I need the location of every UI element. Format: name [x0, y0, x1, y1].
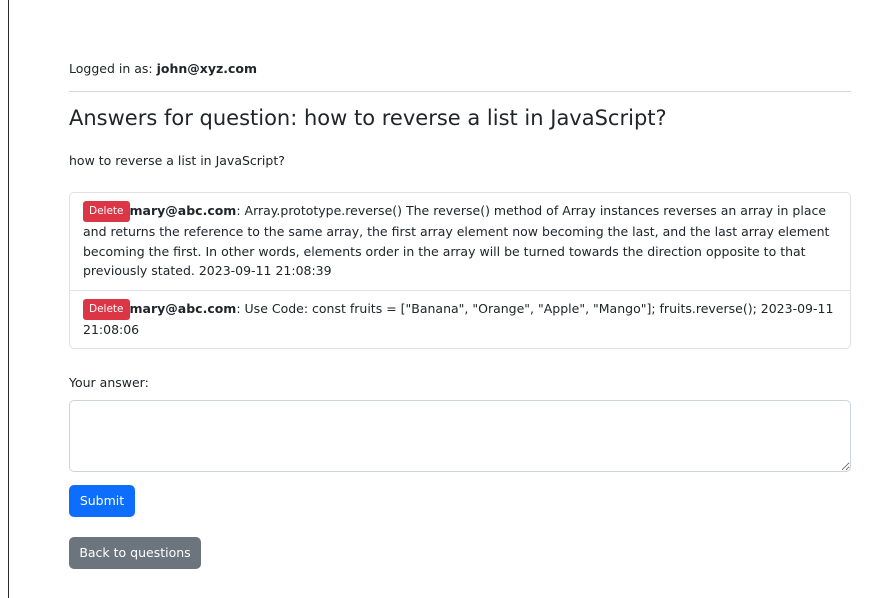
window-left-border	[8, 0, 9, 598]
question-text: how to reverse a list in JavaScript?	[69, 153, 285, 168]
your-answer-label: Your answer:	[69, 375, 149, 390]
divider	[69, 91, 851, 92]
logged-in-prefix: Logged in as:	[69, 61, 157, 76]
submit-button[interactable]: Submit	[69, 485, 135, 517]
page-title: Answers for question: how to reverse a l…	[69, 106, 667, 130]
answer-textarea[interactable]	[69, 400, 851, 472]
delete-answer-button[interactable]: Delete	[83, 201, 130, 222]
answer-item: Delete mary@abc.com: Array.prototype.reve…	[70, 193, 850, 290]
delete-answer-button[interactable]: Delete	[83, 298, 130, 320]
answer-author: mary@abc.com	[129, 203, 237, 218]
answer-author: mary@abc.com	[129, 300, 237, 316]
logged-in-status: Logged in as: john@xyz.com	[69, 61, 257, 77]
answers-list: Delete mary@abc.com: Array.prototype.reve…	[69, 192, 851, 349]
current-user-email: john@xyz.com	[156, 61, 258, 76]
back-to-questions-button[interactable]: Back to questions	[69, 537, 201, 569]
answer-item: Delete mary@abc.com: Use Code: const frui…	[70, 289, 850, 349]
